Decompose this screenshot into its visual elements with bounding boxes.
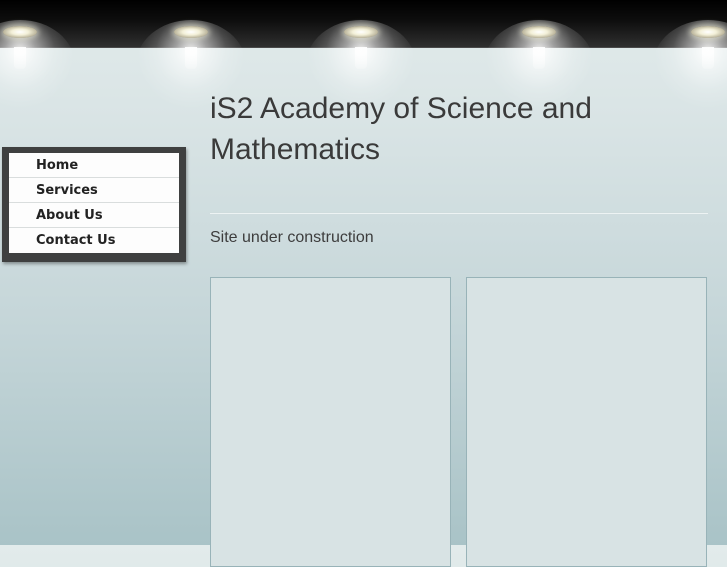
spotlight-beam	[355, 47, 367, 69]
main-navigation: Home Services About Us Contact Us	[2, 147, 186, 262]
content-panel-right	[466, 277, 707, 567]
title-divider	[210, 212, 708, 214]
site-title: iS2 Academy of Science and Mathematics	[210, 92, 592, 166]
spotlight-icon	[3, 26, 37, 38]
spotlight-beam	[14, 47, 26, 69]
nav-list: Home Services About Us Contact Us	[9, 153, 179, 253]
top-light-bar	[0, 0, 727, 48]
content-panel-left	[210, 277, 451, 567]
spotlight-icon	[174, 26, 208, 38]
spotlight-beam	[702, 47, 714, 69]
spotlight-beam	[185, 47, 197, 69]
nav-item-about-us[interactable]: About Us	[9, 203, 179, 228]
spotlight-icon	[691, 26, 725, 38]
nav-item-services[interactable]: Services	[9, 178, 179, 203]
spotlight-icon	[522, 26, 556, 38]
spotlight-beam	[533, 47, 545, 69]
spotlight-icon	[344, 26, 378, 38]
nav-item-home[interactable]: Home	[9, 153, 179, 178]
nav-item-contact-us[interactable]: Contact Us	[9, 228, 179, 253]
page-subtitle: Site under construction	[210, 229, 374, 246]
